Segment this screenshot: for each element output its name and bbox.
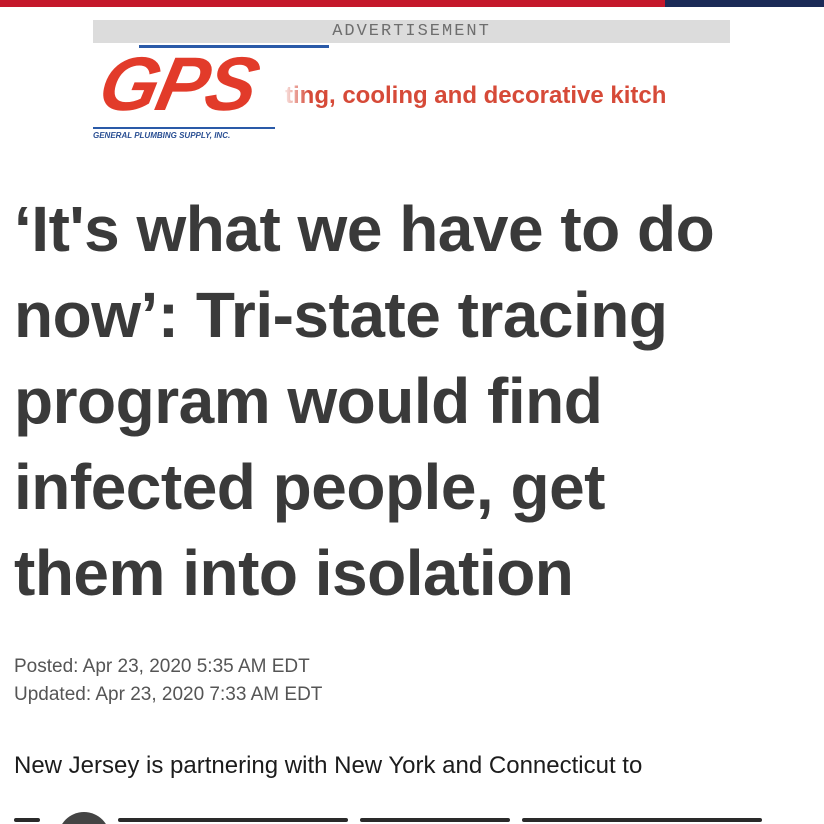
headline-line: infected people, get [14,451,605,523]
article-body-first-line: New Jersey is partnering with New York a… [14,752,643,779]
cutoff-text-fragment [14,818,40,822]
headline-line: them into isolation [14,537,574,609]
top-accent-bar-navy [665,0,824,7]
cutoff-text-fragment [360,818,510,822]
logo-rule-bottom [93,127,275,129]
headline-line: now’: Tri-state tracing [14,279,668,351]
article-headline: ‘It's what we have to do now’: Tri-state… [14,186,814,616]
advertisement-label: ADVERTISEMENT [93,20,730,43]
headline-line: program would find [14,365,603,437]
updated-timestamp: Updated: Apr 23, 2020 7:33 AM EDT [14,684,323,705]
gps-logo[interactable]: GPS GENERAL PLUMBING SUPPLY, INC. [93,43,329,146]
ad-banner[interactable]: GPS GENERAL PLUMBING SUPPLY, INC. ting, … [93,43,730,146]
ad-tagline[interactable]: ting, cooling and decorative kitch [285,82,666,110]
article-body-cutoff-line [14,812,774,824]
ad-text-fade [281,73,309,113]
posted-timestamp: Posted: Apr 23, 2020 5:35 AM EDT [14,656,310,677]
cutoff-text-fragment [522,818,762,822]
logo-subtitle: GENERAL PLUMBING SUPPLY, INC. [93,131,231,140]
top-accent-bar [0,0,665,7]
headline-line: ‘It's what we have to do [14,193,715,265]
floating-action-button[interactable] [58,812,110,824]
cutoff-text-fragment [118,818,348,822]
logo-wordmark: GPS [93,43,265,127]
